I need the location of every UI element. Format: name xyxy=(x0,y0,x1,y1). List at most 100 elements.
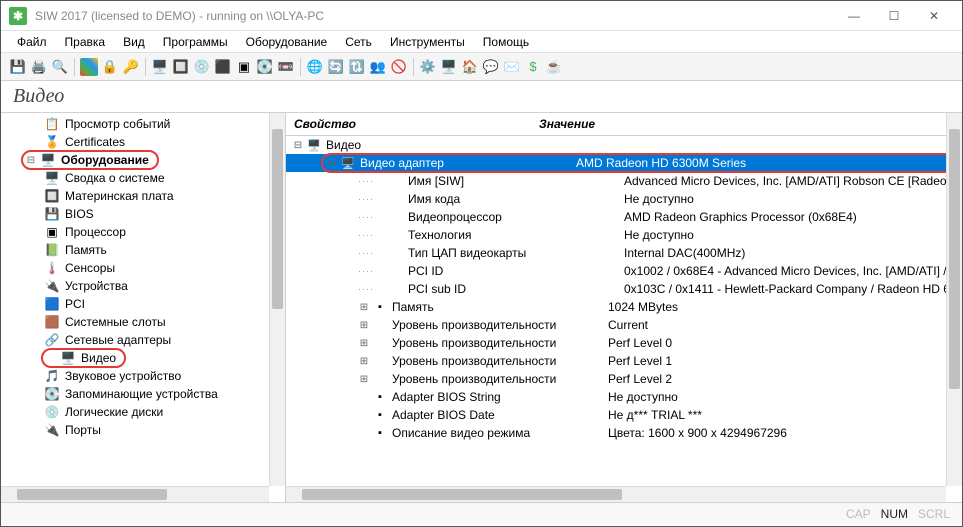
property-row[interactable]: ⊞▪Память1024 MBytes xyxy=(286,298,962,316)
row-icon xyxy=(372,371,388,387)
tree-item[interactable]: ▣Процессор xyxy=(1,223,285,241)
drive-icon[interactable]: 💽 xyxy=(256,58,274,76)
window-title: SIW 2017 (licensed to DEMO) - running on… xyxy=(35,9,834,23)
close-button[interactable]: ✕ xyxy=(914,2,954,30)
property-row[interactable]: ⊞Уровень производительностиPerf Level 2 xyxy=(286,370,962,388)
lock-icon[interactable]: 🔒 xyxy=(101,58,119,76)
menu-edit[interactable]: Правка xyxy=(57,33,114,51)
tree-item[interactable]: 🔲Материнская плата xyxy=(1,187,285,205)
refresh-icon[interactable]: 🔄 xyxy=(327,58,345,76)
tree-item[interactable]: ⊟🖥️Оборудование xyxy=(1,151,285,169)
row-toggle[interactable]: ⊞ xyxy=(358,320,370,331)
menu-help[interactable]: Помощь xyxy=(475,33,537,51)
tree-item[interactable]: 🖥️Видео xyxy=(1,349,285,367)
tree-item[interactable]: 💿Логические диски xyxy=(1,403,285,421)
row-toggle[interactable]: ⊟ xyxy=(326,158,338,169)
property-row[interactable]: ⊞Уровень производительностиPerf Level 0 xyxy=(286,334,962,352)
menu-hardware[interactable]: Оборудование xyxy=(238,33,336,51)
network-icon[interactable]: 🌐 xyxy=(306,58,324,76)
row-value: Current xyxy=(600,318,962,332)
property-row[interactable]: ····ТехнологияНе доступно xyxy=(286,226,962,244)
menubar: Файл Правка Вид Программы Оборудование С… xyxy=(1,31,962,53)
windows-icon[interactable] xyxy=(80,58,98,76)
save-icon[interactable]: 💾 xyxy=(9,58,27,76)
menu-file[interactable]: Файл xyxy=(9,33,55,51)
monitor-icon[interactable]: 🖥️ xyxy=(151,58,169,76)
property-row[interactable]: ▪Adapter BIOS StringНе доступно xyxy=(286,388,962,406)
tree-item[interactable]: 🔗Сетевые адаптеры xyxy=(1,331,285,349)
tree-item[interactable]: 💾BIOS xyxy=(1,205,285,223)
key-icon[interactable]: 🔑 xyxy=(122,58,140,76)
coffee-icon[interactable]: ☕ xyxy=(545,58,563,76)
pci-icon[interactable]: 📼 xyxy=(277,58,295,76)
row-icon: 🖥️ xyxy=(340,155,356,171)
property-row[interactable]: ····PCI ID0x1002 / 0x68E4 - Advanced Mic… xyxy=(286,262,962,280)
scrollbar-horizontal[interactable] xyxy=(1,486,269,502)
tree-item[interactable]: 🔌Устройства xyxy=(1,277,285,295)
row-icon: 🖥️ xyxy=(306,137,322,153)
board-icon[interactable]: 🔲 xyxy=(172,58,190,76)
property-row[interactable]: ⊞Уровень производительностиCurrent xyxy=(286,316,962,334)
property-row[interactable]: ▪Adapter BIOS DateНе д*** TRIAL *** xyxy=(286,406,962,424)
sync-icon[interactable]: 🔃 xyxy=(348,58,366,76)
property-row[interactable]: ····Тип ЦАП видеокартыInternal DAC(400MH… xyxy=(286,244,962,262)
tree-item[interactable]: 🌡️Сенсоры xyxy=(1,259,285,277)
maximize-button[interactable]: ☐ xyxy=(874,2,914,30)
menu-programs[interactable]: Программы xyxy=(155,33,236,51)
tree-label: Процессор xyxy=(63,225,128,239)
disk-icon[interactable]: ⬛ xyxy=(214,58,232,76)
menu-view[interactable]: Вид xyxy=(115,33,153,51)
tree-label: Звуковое устройство xyxy=(63,369,183,383)
tree-item[interactable]: 🖥️Сводка о системе xyxy=(1,169,285,187)
tree-item[interactable]: 🟦PCI xyxy=(1,295,285,313)
scrollbar-horizontal[interactable] xyxy=(286,486,946,502)
menu-tools[interactable]: Инструменты xyxy=(382,33,473,51)
comment-icon[interactable]: 💬 xyxy=(482,58,500,76)
property-row[interactable]: ····Имя кодаНе доступно xyxy=(286,190,962,208)
home-icon[interactable]: 🏠 xyxy=(461,58,479,76)
menu-network[interactable]: Сеть xyxy=(337,33,380,51)
block-icon[interactable]: 🚫 xyxy=(390,58,408,76)
row-property: Память xyxy=(390,300,600,314)
preview-icon[interactable]: 🔍 xyxy=(51,58,69,76)
tree-item[interactable]: 💽Запоминающие устройства xyxy=(1,385,285,403)
scrollbar-vertical[interactable] xyxy=(946,113,962,486)
tree-item[interactable]: 🎵Звуковое устройство xyxy=(1,367,285,385)
property-row[interactable]: ▪Описание видео режимаЦвета: 1600 x 900 … xyxy=(286,424,962,442)
chip-icon[interactable]: ▣ xyxy=(235,58,253,76)
row-toggle[interactable]: ⊞ xyxy=(358,338,370,349)
property-row[interactable]: ····ВидеопроцессорAMD Radeon Graphics Pr… xyxy=(286,208,962,226)
row-toggle[interactable]: ⊞ xyxy=(358,374,370,385)
scrollbar-vertical[interactable] xyxy=(269,113,285,486)
property-row[interactable]: ····PCI sub ID0x103C / 0x1411 - Hewlett-… xyxy=(286,280,962,298)
tree-item[interactable]: 📗Память xyxy=(1,241,285,259)
row-value: 0x1002 / 0x68E4 - Advanced Micro Devices… xyxy=(616,264,962,278)
tree-icon: 💾 xyxy=(44,206,60,222)
property-row[interactable]: ····Имя [SIW]Advanced Micro Devices, Inc… xyxy=(286,172,962,190)
row-value: Цвета: 1600 x 900 x 4294967296 xyxy=(600,426,962,440)
tree-item[interactable]: 🟫Системные слоты xyxy=(1,313,285,331)
gear-icon[interactable]: ⚙️ xyxy=(419,58,437,76)
dollar-icon[interactable]: $ xyxy=(524,58,542,76)
row-toggle[interactable]: ⊞ xyxy=(358,302,370,313)
cd-icon[interactable]: 💿 xyxy=(193,58,211,76)
row-property: Технология xyxy=(406,228,616,242)
minimize-button[interactable]: — xyxy=(834,2,874,30)
users-icon[interactable]: 👥 xyxy=(369,58,387,76)
tree-icon: 📋 xyxy=(44,116,60,132)
tree-label: Сводка о системе xyxy=(63,171,167,185)
monitor2-icon[interactable]: 🖥️ xyxy=(440,58,458,76)
tree-item[interactable]: 🏅Certificates xyxy=(1,133,285,151)
mail-icon[interactable]: ✉️ xyxy=(503,58,521,76)
row-toggle[interactable]: ⊟ xyxy=(292,140,304,151)
tree-item[interactable]: 📋Просмотр событий xyxy=(1,115,285,133)
row-icon xyxy=(388,281,404,297)
print-icon[interactable]: 🖨️ xyxy=(30,58,48,76)
tree-item[interactable]: 🔌Порты xyxy=(1,421,285,439)
row-toggle[interactable]: ⊞ xyxy=(358,356,370,367)
tree-toggle[interactable]: ⊟ xyxy=(25,155,37,166)
property-row[interactable]: ⊟🖥️Видео xyxy=(286,136,962,154)
statusbar: CAP NUM SCRL xyxy=(1,502,962,524)
property-row[interactable]: ⊟🖥️Видео адаптерAMD Radeon HD 6300M Seri… xyxy=(286,154,962,172)
property-row[interactable]: ⊞Уровень производительностиPerf Level 1 xyxy=(286,352,962,370)
